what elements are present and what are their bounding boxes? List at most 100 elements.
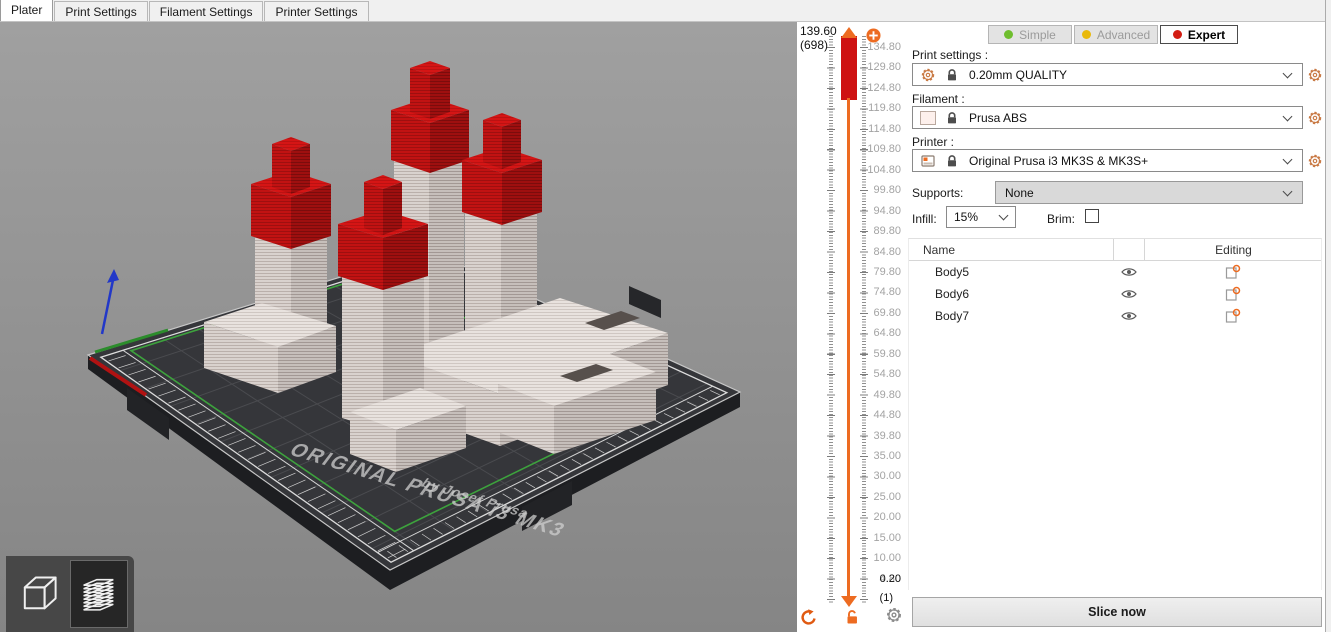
slider-tick-label: 30.00 [855,469,901,483]
brim-label: Brim: [1047,212,1075,226]
layers-icon [77,572,121,616]
lock-icon [944,153,960,169]
column-header-editing: Editing [1144,243,1323,257]
object-row[interactable]: Body6 [909,283,1321,305]
editor-view-button[interactable] [13,564,63,624]
slider-tick-label: 134.80 [855,40,901,54]
object-row[interactable]: Body7 [909,305,1321,327]
cube-icon [16,572,60,616]
layer-slider-track[interactable] [847,98,850,598]
slider-tick-label: 59.80 [855,347,901,361]
slider-min-layer: (1) [847,591,893,605]
mode-dot-icon [1082,30,1091,39]
print-settings-select[interactable]: 0.20mm QUALITY [912,63,1303,86]
object-row[interactable]: Body5 [909,261,1321,283]
preview-view-button[interactable] [70,560,128,628]
gear-icon [1307,153,1323,169]
column-separator [1144,239,1145,261]
slider-tick-label: 109.80 [855,142,901,156]
printer-value: Original Prusa i3 MK3S & MK3S+ [969,154,1284,168]
filament-color-swatch [920,111,936,125]
object-name: Body5 [935,265,969,279]
lock-icon [944,67,960,83]
filament-label: Filament : [912,92,965,106]
supports-label: Supports: [912,186,963,200]
filament-value: Prusa ABS [969,111,1284,125]
mode-button-simple[interactable]: Simple [988,25,1072,44]
chevron-down-icon [1283,186,1293,196]
slider-min-value: 0.20 [855,572,901,586]
printer-icon [920,153,936,169]
viewport-3d[interactable]: ORIGINAL PRUSA i3 MK3 by Josef Prusa [0,22,797,632]
undo-button[interactable] [800,608,818,626]
undo-icon [800,608,818,626]
mode-dot-icon [1004,30,1013,39]
chevron-down-icon [1283,154,1293,164]
slider-tick-label: 64.80 [855,326,901,340]
column-separator [1113,239,1114,261]
slider-settings-button[interactable] [885,606,903,624]
slider-max-layer: (698) [800,38,828,52]
edit-icon[interactable] [1225,308,1241,324]
settings-panel: SimpleAdvancedExpert Print settings : 0.… [908,22,1325,632]
filament-select[interactable]: Prusa ABS [912,106,1303,129]
unlock-icon [843,608,861,626]
object-name: Body6 [935,287,969,301]
slider-tick-label: 69.80 [855,306,901,320]
mode-dot-icon [1173,30,1182,39]
tab-print-settings[interactable]: Print Settings [54,1,147,21]
tab-bar: PlaterPrint SettingsFilament SettingsPri… [0,0,1331,22]
infill-value: 15% [954,210,1000,224]
view-mode-toolbar [6,556,134,632]
tab-filament-settings[interactable]: Filament Settings [149,1,264,21]
slider-tick-label: 74.80 [855,285,901,299]
supports-value: None [1005,186,1284,200]
eye-icon[interactable] [1121,310,1137,322]
infill-select[interactable]: 15% [946,206,1016,228]
slider-tick-label: 129.80 [855,60,901,74]
tab-plater[interactable]: Plater [0,0,53,21]
slider-tick-label: 94.80 [855,204,901,218]
gear-icon [885,606,903,624]
tab-printer-settings[interactable]: Printer Settings [264,1,368,21]
object-list-body: Body5 Body6 Body7 [909,261,1321,327]
eye-icon[interactable] [1121,288,1137,300]
slider-tick-label: 124.80 [855,81,901,95]
mode-button-advanced[interactable]: Advanced [1074,25,1158,44]
slider-tick-label: 15.00 [855,531,901,545]
slider-tick-label: 99.80 [855,183,901,197]
print-settings-value: 0.20mm QUALITY [969,68,1284,82]
printer-select[interactable]: Original Prusa i3 MK3S & MK3S+ [912,149,1303,172]
printer-label: Printer : [912,135,954,149]
slider-tick-label: 10.00 [855,551,901,565]
object-name: Body7 [935,309,969,323]
edit-icon[interactable] [1225,286,1241,302]
slider-tick-label: 84.80 [855,245,901,259]
infill-label: Infill: [912,212,937,226]
edit-icon[interactable] [1225,264,1241,280]
slider-tick-label: 25.00 [855,490,901,504]
printer-gear-button[interactable] [1307,153,1323,169]
slider-tick-label: 20.00 [855,510,901,524]
print-settings-gear-button[interactable] [1307,67,1323,83]
slider-top-handle[interactable] [841,27,857,38]
slice-now-button[interactable]: Slice now [912,597,1322,627]
eye-icon[interactable] [1121,266,1137,278]
brim-checkbox[interactable] [1085,209,1099,223]
column-header-name: Name [923,243,955,257]
print-settings-label: Print settings : [912,48,988,62]
gear-icon [1307,67,1323,83]
slider-tick-label: 79.80 [855,265,901,279]
slider-lock-button[interactable] [843,608,861,626]
window-edge [1325,0,1331,632]
slider-ticks-left [827,36,835,604]
mode-button-expert[interactable]: Expert [1160,25,1238,44]
supports-select[interactable]: None [995,181,1303,204]
slider-tick-label: 39.80 [855,429,901,443]
filament-gear-button[interactable] [1307,110,1323,126]
slider-tick-label: 104.80 [855,163,901,177]
object-list-header: Name Editing [909,239,1321,261]
slider-tick-label: 114.80 [855,122,901,136]
slider-tick-label: 119.80 [855,101,901,115]
slider-tick-label: 49.80 [855,388,901,402]
